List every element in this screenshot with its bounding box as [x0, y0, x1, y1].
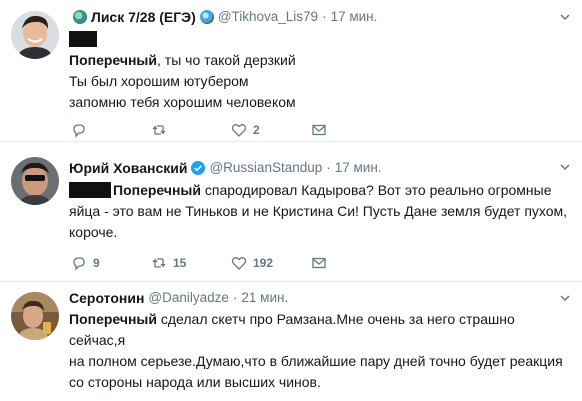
mention[interactable]: Поперечный [69, 311, 157, 327]
avatar[interactable] [11, 11, 59, 59]
mention[interactable]: Поперечный [113, 182, 201, 198]
avatar[interactable] [11, 157, 59, 205]
tweet[interactable]: Серотонин @Danilyadze · 21 мин. Поперечн… [0, 282, 582, 401]
display-name[interactable]: Лиск 7/28 (ЕГЭ) [91, 8, 196, 26]
user-handle[interactable]: @Danilyadze [148, 289, 229, 307]
timestamp[interactable]: 17 мин. [331, 8, 378, 26]
reply-button[interactable] [71, 120, 93, 140]
globe-emoji-icon [199, 10, 214, 24]
like-icon [231, 124, 247, 137]
moon-emoji-icon [73, 10, 87, 24]
user-handle[interactable]: @Tikhova_Lis79 [218, 8, 318, 26]
like-button[interactable]: 192 [231, 253, 273, 273]
direct-message-button[interactable] [311, 253, 327, 273]
verified-icon [191, 161, 206, 175]
tweet-text-line: на полном серьезе.Думаю,что в ближайшие … [69, 353, 563, 369]
avatar[interactable] [11, 292, 59, 340]
tweet-header: Юрий Хованский @RussianStandup · 17 мин. [69, 159, 382, 177]
display-name[interactable]: Юрий Хованский [69, 159, 187, 177]
reply-icon [73, 257, 85, 271]
retweet-button[interactable] [151, 120, 173, 140]
tweet-text: Поперечный, ты чо такой дерзкий Ты был х… [69, 29, 574, 113]
tweet-header: Серотонин @Danilyadze · 21 мин. [69, 289, 288, 307]
separator-dot: · [232, 290, 238, 305]
direct-message-button[interactable] [311, 120, 327, 140]
display-name[interactable]: Серотонин [69, 289, 144, 307]
tweet-text-line: Ты был хорошим ютубером [69, 73, 249, 89]
retweet-icon [152, 125, 166, 135]
retweet-button[interactable]: 15 [151, 253, 186, 273]
tweet-text-line: короче. [69, 224, 118, 240]
redacted-block [69, 31, 97, 47]
retweet-icon [152, 258, 166, 268]
tweet[interactable]: Лиск 7/28 (ЕГЭ) @Tikhova_Lis79 · 17 мин.… [0, 0, 582, 142]
timestamp[interactable]: 21 мин. [241, 289, 288, 307]
tweet-text-line: со стороны народа или высших чинов. [69, 374, 321, 390]
tweet[interactable]: Юрий Хованский @RussianStandup · 17 мин.… [0, 142, 582, 282]
tweet-text-line: запомню тебя хорошим человеком [69, 94, 296, 110]
mention[interactable]: Поперечный [69, 52, 157, 68]
chevron-down-icon[interactable] [560, 162, 570, 172]
separator-dot: · [322, 9, 327, 24]
tweet-text-line: яйца - это вам не Тиньков и не Кристина … [69, 203, 568, 219]
redacted-block [69, 182, 111, 198]
user-handle[interactable]: @RussianStandup [209, 159, 322, 177]
message-icon [312, 124, 326, 136]
tweet-text: Поперечный спародировал Кадырова? Вот эт… [69, 180, 574, 243]
tweet-text-line: спародировал Кадырова? Вот это реально о… [201, 182, 552, 198]
chevron-down-icon[interactable] [560, 293, 570, 303]
reply-button[interactable]: 9 [71, 253, 100, 273]
tweet-actions: 9 15 192 [69, 253, 369, 273]
tweet-header: Лиск 7/28 (ЕГЭ) @Tikhova_Lis79 · 17 мин. [69, 8, 377, 26]
tweet-actions: 2 [69, 120, 369, 140]
tweet-text: Поперечный сделал скетч про Рамзана.Мне … [69, 309, 574, 393]
separator-dot: · [326, 160, 331, 175]
timestamp[interactable]: 17 мин. [335, 159, 382, 177]
tweet-text-line: , ты чо такой дерзкий [157, 52, 296, 68]
like-button[interactable]: 2 [231, 120, 260, 140]
reply-icon [73, 124, 85, 138]
message-icon [312, 257, 326, 269]
like-icon [231, 257, 247, 270]
chevron-down-icon[interactable] [560, 12, 570, 22]
